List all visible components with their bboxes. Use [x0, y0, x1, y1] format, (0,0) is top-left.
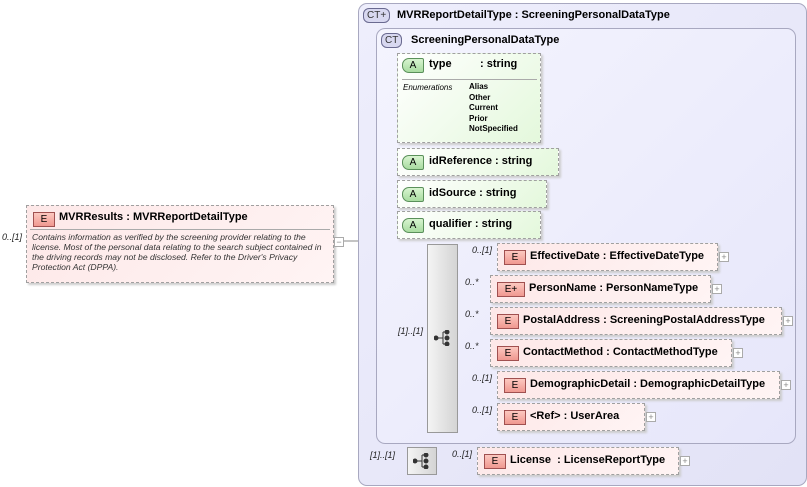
element-box[interactable]: E ContactMethod : ContactMethodType: [490, 339, 732, 367]
sequence-multiplicity: [1]..[1]: [398, 326, 424, 336]
attribute-type-label: : string: [480, 58, 518, 70]
attribute-idreference[interactable]: A idReference : string: [397, 148, 559, 176]
element-type: MVRReportDetailType: [132, 211, 248, 223]
element-multiplicity: 0..*: [465, 277, 479, 287]
complex-type-badge: CT: [381, 33, 403, 48]
element-multiplicity: 0..[1]: [472, 245, 493, 255]
enum-value: NotSpecified: [469, 124, 518, 133]
enumeration-list: Alias Other Current Prior NotSpecified: [469, 82, 518, 135]
enum-value: Alias: [469, 82, 489, 91]
element-multiplicity: 0..[1]: [472, 405, 493, 415]
complex-type-extension-badge: CT+: [363, 8, 391, 23]
element-license[interactable]: E License : LicenseReportType: [477, 447, 679, 475]
element-box[interactable]: E+ PersonName : PersonNameType: [490, 275, 711, 303]
expand-toggle[interactable]: +: [783, 316, 793, 326]
expand-toggle[interactable]: +: [646, 412, 656, 422]
element-badge: E: [504, 410, 526, 425]
attribute-type-label: : string: [474, 218, 513, 230]
outer-type-title: MVRReportDetailType : ScreeningPersonalD…: [397, 9, 670, 21]
inner-type-title: ScreeningPersonalDataType: [411, 34, 560, 46]
enum-value: Prior: [469, 113, 488, 123]
element-multiplicity: 0..*: [465, 309, 479, 319]
element-type: : LicenseReportType: [557, 454, 666, 466]
element-type: : ScreeningPostalAddressType: [603, 314, 765, 326]
element-badge: E: [497, 346, 519, 361]
element-badge: E: [504, 378, 526, 393]
attribute-name: idReference: [429, 155, 492, 167]
sequence-icon: [413, 453, 429, 469]
element-type: : DemographicDetailType: [633, 378, 766, 390]
element-documentation: Contains information as verified by the …: [32, 232, 322, 272]
element-badge: E: [504, 250, 526, 265]
expand-toggle[interactable]: +: [733, 348, 743, 358]
element-badge: E: [484, 454, 506, 469]
attribute-name: idSource: [429, 187, 477, 199]
sequence-icon: [434, 330, 450, 346]
element-badge: E: [33, 212, 55, 227]
element-name: DemographicDetail: [530, 378, 631, 390]
element-mvrresults[interactable]: E MVRResults : MVRReportDetailType Conta…: [26, 205, 334, 283]
element-name: PersonName: [529, 282, 597, 294]
attribute-type[interactable]: A type : string Enumerations Alias Other…: [397, 53, 541, 143]
element-name: EffectiveDate: [530, 250, 600, 262]
attribute-badge: A: [402, 155, 424, 170]
enum-value: Current: [469, 103, 498, 112]
attribute-badge: A: [402, 187, 424, 202]
element-multiplicity: 0..[1]: [472, 373, 493, 383]
element-box[interactable]: E <Ref> : UserArea: [497, 403, 645, 431]
element-badge: E: [497, 314, 519, 329]
outer-sequence-compositor[interactable]: [407, 447, 437, 475]
element-type: : PersonNameType: [599, 282, 699, 294]
expand-toggle[interactable]: +: [719, 252, 729, 262]
attribute-badge: A: [402, 218, 424, 233]
element-box[interactable]: E DemographicDetail : DemographicDetailT…: [497, 371, 780, 399]
element-name: MVRResults: [59, 211, 124, 223]
expand-toggle[interactable]: +: [680, 456, 690, 466]
enumerations-label: Enumerations: [403, 83, 453, 92]
expand-toggle[interactable]: +: [781, 380, 791, 390]
collapse-toggle[interactable]: −: [334, 237, 344, 247]
root-multiplicity: 0..[1]: [2, 232, 23, 242]
license-multiplicity: 0..[1]: [452, 449, 473, 459]
enum-value: Other: [469, 92, 491, 102]
element-name: ContactMethod: [523, 346, 604, 358]
attribute-badge: A: [402, 58, 424, 73]
element-name: <Ref>: [530, 410, 561, 422]
sequence-compositor[interactable]: [427, 244, 458, 433]
attribute-idsource[interactable]: A idSource : string: [397, 180, 547, 208]
attribute-qualifier[interactable]: A qualifier : string: [397, 211, 541, 239]
attribute-name: qualifier: [429, 218, 472, 230]
element-box[interactable]: E EffectiveDate : EffectiveDateType: [497, 243, 718, 271]
element-type: : ContactMethodType: [606, 346, 718, 358]
attribute-name: type: [429, 58, 452, 70]
attribute-type-label: : string: [495, 155, 533, 167]
element-badge: E+: [497, 282, 525, 297]
attribute-type-label: : string: [479, 187, 517, 199]
expand-toggle[interactable]: +: [712, 284, 722, 294]
element-box[interactable]: E PostalAddress : ScreeningPostalAddress…: [490, 307, 782, 335]
element-name: License: [510, 454, 551, 466]
element-multiplicity: 0..*: [465, 341, 479, 351]
outer-sequence-multiplicity: [1]..[1]: [370, 450, 396, 460]
element-type: : UserArea: [563, 410, 620, 422]
element-name: PostalAddress: [523, 314, 601, 326]
element-type: : EffectiveDateType: [602, 250, 705, 262]
